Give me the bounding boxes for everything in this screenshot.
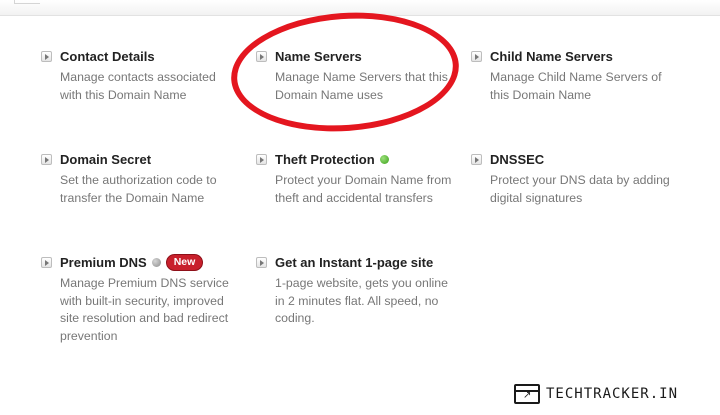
theft-protection-description: Protect your Domain Name from theft and … <box>275 173 452 205</box>
instant-site-description: 1-page website, gets you online in 2 min… <box>275 276 448 325</box>
child-name-servers-description: Manage Child Name Servers of this Domain… <box>490 70 662 102</box>
service-name-servers[interactable]: Name Servers Manage Name Servers that th… <box>256 47 448 104</box>
domain-secret-link[interactable]: Domain Secret <box>60 152 151 167</box>
service-child-name-servers[interactable]: Child Name Servers Manage Child Name Ser… <box>471 47 662 104</box>
service-instant-site[interactable]: Get an Instant 1-page site 1-page websit… <box>256 253 448 328</box>
watermark: TECHTRACKER.IN <box>514 384 678 404</box>
premium-dns-description: Manage Premium DNS service with built-in… <box>60 276 229 343</box>
instant-site-link[interactable]: Get an Instant 1-page site <box>275 255 433 270</box>
dnssec-link[interactable]: DNSSEC <box>490 152 544 167</box>
service-dnssec[interactable]: DNSSEC Protect your DNS data by adding d… <box>471 150 670 207</box>
service-premium-dns[interactable]: Premium DNS New Manage Premium DNS servi… <box>41 253 231 345</box>
contact-details-description: Manage contacts associated with this Dom… <box>60 70 216 102</box>
arrow-right-icon <box>41 50 52 62</box>
arrow-right-icon <box>256 256 267 268</box>
status-inactive-icon <box>151 257 161 267</box>
tab-edge <box>14 0 40 4</box>
arrow-right-icon <box>41 153 52 165</box>
dnssec-description: Protect your DNS data by adding digital … <box>490 173 670 205</box>
status-active-icon <box>379 154 389 164</box>
arrow-right-icon <box>41 256 52 268</box>
service-domain-secret[interactable]: Domain Secret Set the authorization code… <box>41 150 231 207</box>
new-badge: New <box>165 253 204 271</box>
browser-cursor-icon <box>514 384 540 404</box>
arrow-right-icon <box>256 50 267 62</box>
arrow-right-icon <box>256 153 267 165</box>
name-servers-description: Manage Name Servers that this Domain Nam… <box>275 70 448 102</box>
child-name-servers-link[interactable]: Child Name Servers <box>490 49 613 64</box>
theft-protection-link[interactable]: Theft Protection <box>275 152 375 167</box>
premium-dns-link[interactable]: Premium DNS <box>60 255 147 270</box>
arrow-right-icon <box>471 153 482 165</box>
service-contact-details[interactable]: Contact Details Manage contacts associat… <box>41 47 231 104</box>
top-toolbar-strip <box>0 0 720 16</box>
arrow-right-icon <box>471 50 482 62</box>
service-theft-protection[interactable]: Theft Protection Protect your Domain Nam… <box>256 150 451 207</box>
watermark-text: TECHTRACKER.IN <box>546 386 679 402</box>
contact-details-link[interactable]: Contact Details <box>60 49 155 64</box>
domain-secret-description: Set the authorization code to transfer t… <box>60 173 217 205</box>
name-servers-link[interactable]: Name Servers <box>275 49 362 64</box>
